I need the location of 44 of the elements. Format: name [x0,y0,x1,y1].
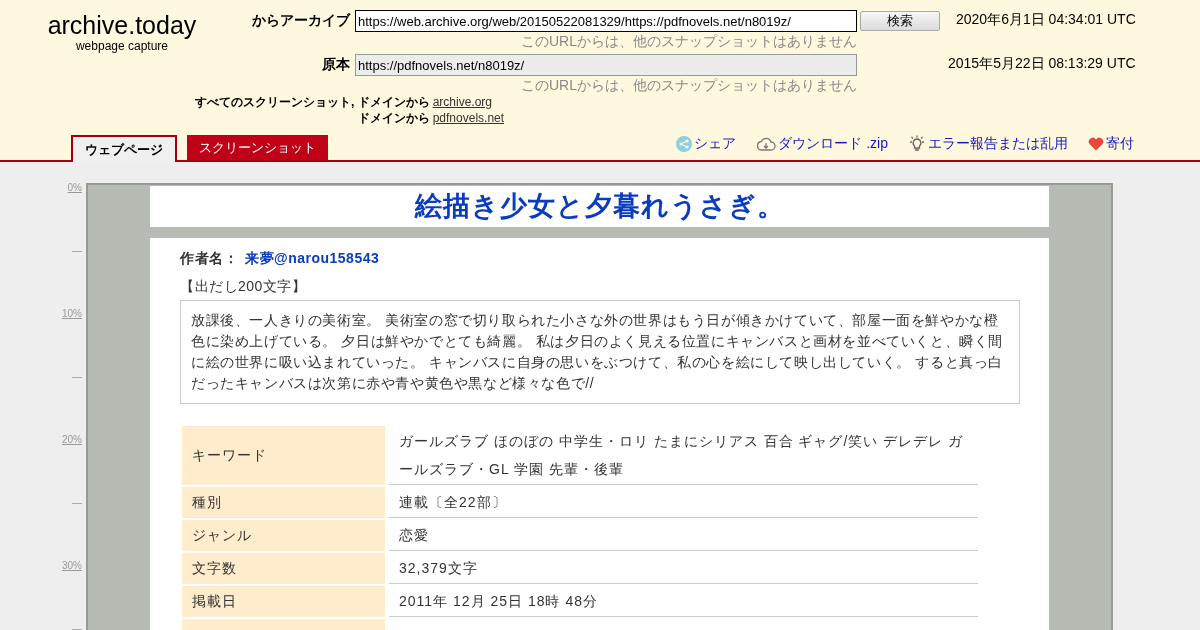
domain-label: ドメインから [356,110,430,126]
heart-icon [1088,136,1104,151]
table-header-cell: 種別 [182,486,385,518]
page-title: 絵描き少女と夕暮れうさぎ。 [414,190,785,223]
snapshot-note: このURLからは、他のスナップショットはありません [521,76,857,95]
table-cell: 恋愛 [389,519,978,551]
table-cell: 連載〔全22部〕 [389,486,978,518]
capture-date: 2020年6月1日 04:34:01 UTC [956,10,1136,29]
action-link[interactable]: エラー報告または乱用 [908,133,1068,154]
action-link[interactable]: ダウンロード .zip [756,133,888,154]
ruler-mark: — [72,623,82,630]
table-header-cell: キーワード [182,425,385,485]
domain-label: すべてのスクリーンショット, ドメインから [195,94,430,110]
cloud-download-icon [756,136,777,151]
excerpt-heading: 【出だし200文字】 [180,276,308,295]
table-cell: 32,379文字 [389,552,978,584]
action-link[interactable]: 寄付 [1088,133,1134,154]
tab[interactable]: スクリーンショット [187,135,328,160]
tab[interactable]: ウェブページ [71,135,177,162]
field-label: 原本 [321,55,351,74]
table-header-cell: 掲載日 [182,585,385,617]
domain-link[interactable]: archive.org [432,94,505,110]
snapshot-note: このURLからは、他のスナップショットはありません [521,32,857,51]
url-field[interactable]: https://web.archive.org/web/20150522081329/https://pdfnovels.net/n8019z/ [355,10,857,32]
domain-link[interactable]: pdfnovels.net [432,110,505,126]
ruler-mark: — [72,245,82,256]
author-label: 作者名： [180,248,238,268]
share-icon [676,135,693,152]
site-logo[interactable]: archive.today [47,11,197,39]
ruler-mark: — [72,497,82,508]
table-header-cell: ジャンル [182,519,385,551]
url-field[interactable]: https://pdfnovels.net/n8019z/ [355,54,857,76]
capture-date: 2015年5月22日 08:13:29 UTC [948,54,1136,73]
table-cell: ガールズラブ ほのぼの 中学生・ロリ たまにシリアス 百合 ギャグ/笑い デレデレ ガールズラブ・GL 学園 先輩・後輩 [389,425,978,485]
field-label: からアーカイブ [251,11,352,30]
table-cell: 2011年 12月 25日 18時 48分 [389,585,978,617]
site-tagline: webpage capture [75,39,169,53]
action-link[interactable]: シェア [676,133,737,154]
author-link[interactable]: 来夢@narou158543 [245,247,380,269]
ruler-mark: — [72,371,82,382]
table-header-cell: 文字数 [182,552,385,584]
excerpt-text: 放課後、一人きりの美術室。 美術室の窓で切り取られた小さな外の世界はもう日が傾きかけていて、部屋一面を鮮やかな橙色に染め上げている。 夕日は鮮やかでとても綺麗。 私は夕日のよく見える位置にキャンバスと画材を並べていくと、瞬く間に絵の世界に吸い込まれていった。 キャンバスに自身の思いをぶつけて、私の心を絵にして映し出していく。 すると真っ白だったキャンバスは次第に赤や青や黄色や黒など様々な色で// [191,310,1004,393]
search-button[interactable]: 検索 [860,11,940,31]
lightbulb-icon [908,134,926,153]
